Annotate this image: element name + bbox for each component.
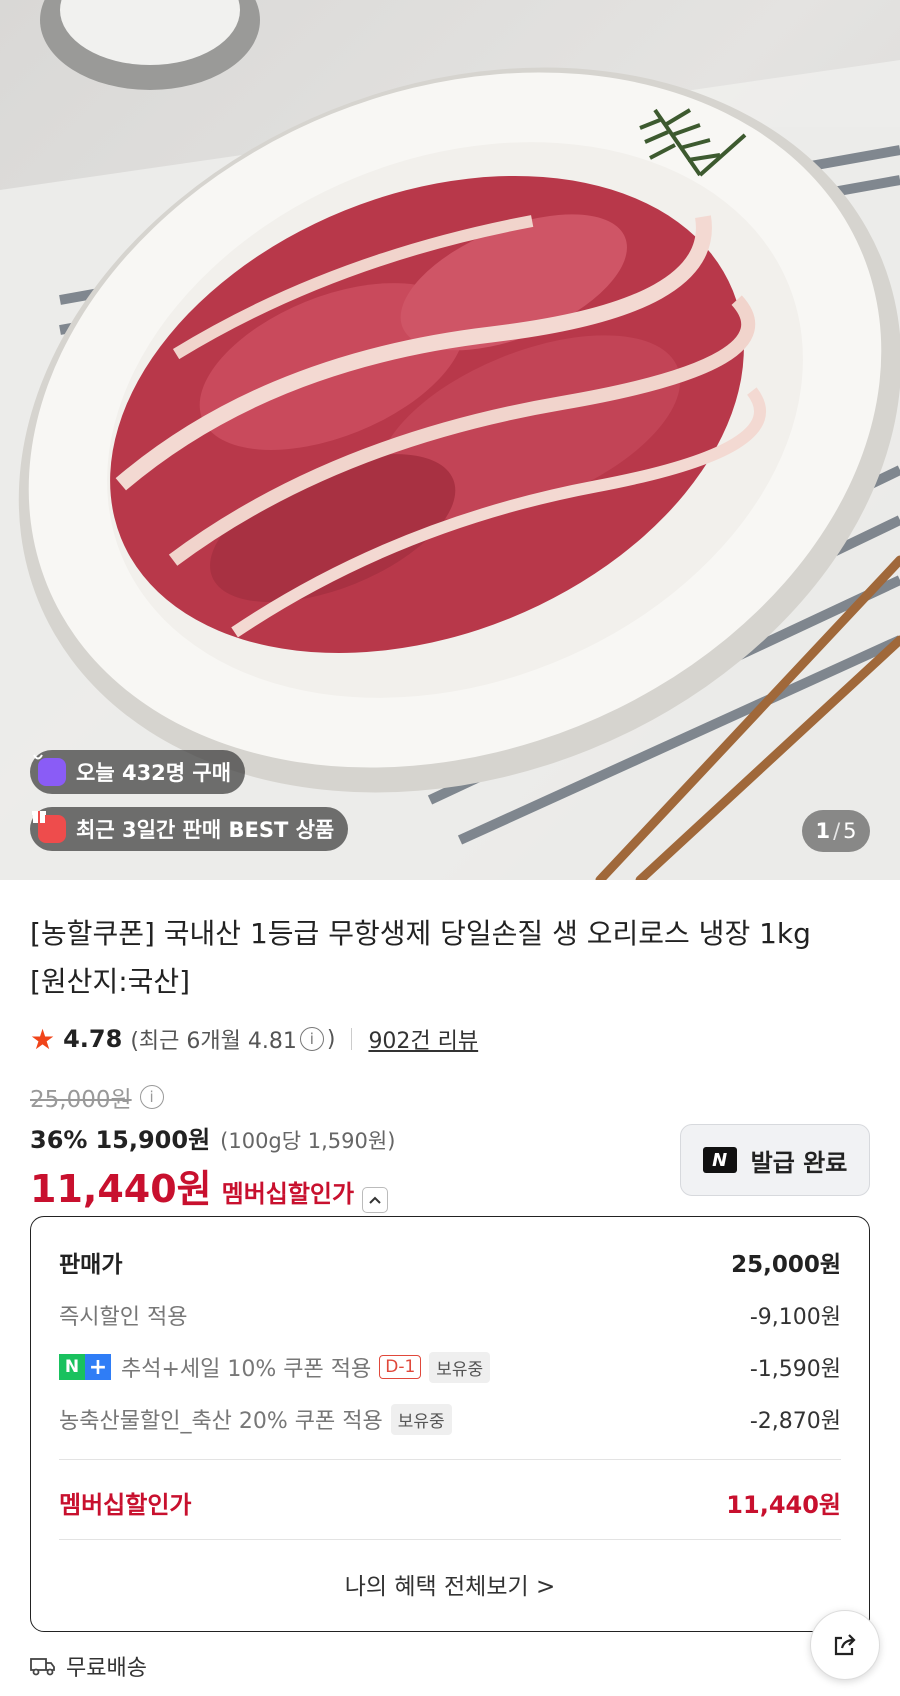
delivery-label: 무료배송 — [66, 1656, 147, 1681]
pager-total: 5 — [843, 819, 857, 843]
breakdown-label: 추석+세일 10% 쿠폰 적용 — [121, 1357, 372, 1382]
share-icon — [834, 1634, 856, 1656]
breakdown-value: -9,100원 — [749, 1305, 841, 1330]
best-seller-text: 최근 3일간 판매 BEST 상품 — [76, 818, 335, 842]
info-icon[interactable]: i — [299, 1027, 324, 1051]
today-purchase-badge: 오늘 432명 구매 — [30, 750, 246, 794]
divider — [351, 1028, 353, 1050]
discount-percent: 36% — [30, 1126, 88, 1154]
rating-recent-close: ) — [326, 1026, 336, 1052]
best-seller-badge: 최근 3일간 판매 BEST 상품 — [30, 807, 349, 851]
d-day-tag: D-1 — [379, 1355, 422, 1379]
coupon-issued-label: 발급 완료 — [750, 1148, 848, 1177]
today-purchase-text: 오늘 432명 구매 — [76, 761, 232, 785]
breakdown-label: 농축산물할인_축산 20% 쿠폰 적용 — [59, 1409, 383, 1434]
owned-tag: 보유중 — [429, 1351, 491, 1383]
total-label: 멤버십할인가 — [59, 1491, 192, 1519]
sale-price-row: 36% 15,900원 (100g당 1,590원) — [30, 1120, 395, 1155]
truck-icon — [30, 1658, 55, 1676]
plus-sign: + — [85, 1354, 111, 1380]
breakdown-label: 즉시할인 적용 — [59, 1305, 188, 1330]
breakdown-value: -2,870원 — [749, 1409, 841, 1434]
sale-price: 15,900원 — [95, 1126, 211, 1154]
product-title: [농할쿠폰] 국내산 1등급 무항생제 당일손질 생 오리로스 냉장 1kg [… — [30, 910, 870, 1006]
breakdown-row-instant: 즉시할인 적용 -9,100원 — [59, 1299, 841, 1331]
product-image-carousel[interactable]: 오늘 432명 구매 최근 3일간 판매 BEST 상품 1 / 5 — [0, 0, 900, 880]
image-pager: 1 / 5 — [802, 810, 870, 852]
member-price: 11,440원 — [30, 1167, 212, 1211]
divider — [59, 1459, 841, 1460]
rating-score: 4.78 — [63, 1025, 123, 1053]
breakdown-row-total: 멤버십할인가 11,440원 — [59, 1485, 841, 1520]
share-button[interactable] — [810, 1610, 880, 1680]
gift-icon — [32, 811, 66, 843]
breakdown-row-chuseok-coupon: N + 추석+세일 10% 쿠폰 적용 D-1 보유중 -1,590원 — [59, 1351, 841, 1383]
rating-row: ★ 4.78 (최근 6개월 4.81 i ) 902건 리뷰 — [30, 1022, 478, 1056]
price-breakdown-box: 판매가 25,000원 즉시할인 적용 -9,100원 N + 추석+세일 10… — [30, 1216, 870, 1632]
total-value: 11,440원 — [726, 1491, 841, 1519]
owned-tag: 보유중 — [390, 1403, 452, 1435]
product-photo — [0, 0, 900, 880]
naver-plus-icon: N + — [59, 1354, 111, 1380]
product-title-line1: [농할쿠폰] 국내산 1등급 무항생제 당일손질 생 오리로스 냉장 1kg — [30, 917, 811, 950]
member-price-row: 11,440원 멤버십할인가 — [30, 1158, 389, 1213]
breakdown-value: -1,590원 — [749, 1357, 841, 1382]
divider — [59, 1539, 841, 1540]
unit-price: (100g당 1,590원) — [220, 1129, 396, 1153]
breakdown-value: 25,000원 — [731, 1252, 841, 1278]
naver-logo-icon: N — [702, 1147, 737, 1173]
pager-separator: / — [833, 819, 841, 843]
star-icon: ★ — [30, 1022, 56, 1056]
review-count-link[interactable]: 902건 리뷰 — [368, 1023, 478, 1055]
breakdown-row-agri-coupon: 농축산물할인_축산 20% 쿠폰 적용 보유중 -2,870원 — [59, 1403, 841, 1435]
view-all-benefits-link[interactable]: 나의 혜택 전체보기 > — [31, 1567, 869, 1601]
info-icon[interactable]: i — [139, 1085, 164, 1109]
naver-n: N — [59, 1354, 85, 1380]
member-price-label: 멤버십할인가 — [221, 1180, 355, 1208]
purchase-bag-icon — [33, 754, 66, 786]
chevron-up-icon[interactable] — [362, 1187, 389, 1213]
original-price-row: 25,000원 i — [30, 1080, 164, 1114]
pager-current: 1 — [815, 819, 831, 843]
delivery-info: 무료배송 — [30, 1650, 147, 1682]
breakdown-row-base: 판매가 25,000원 — [59, 1245, 841, 1279]
original-price: 25,000원 — [30, 1087, 132, 1113]
rating-recent: (최근 6개월 4.81 — [130, 1029, 297, 1054]
coupon-issued-button[interactable]: N 발급 완료 — [680, 1124, 870, 1196]
product-title-line2: [원산지:국산] — [30, 965, 191, 998]
breakdown-label: 판매가 — [59, 1252, 123, 1278]
